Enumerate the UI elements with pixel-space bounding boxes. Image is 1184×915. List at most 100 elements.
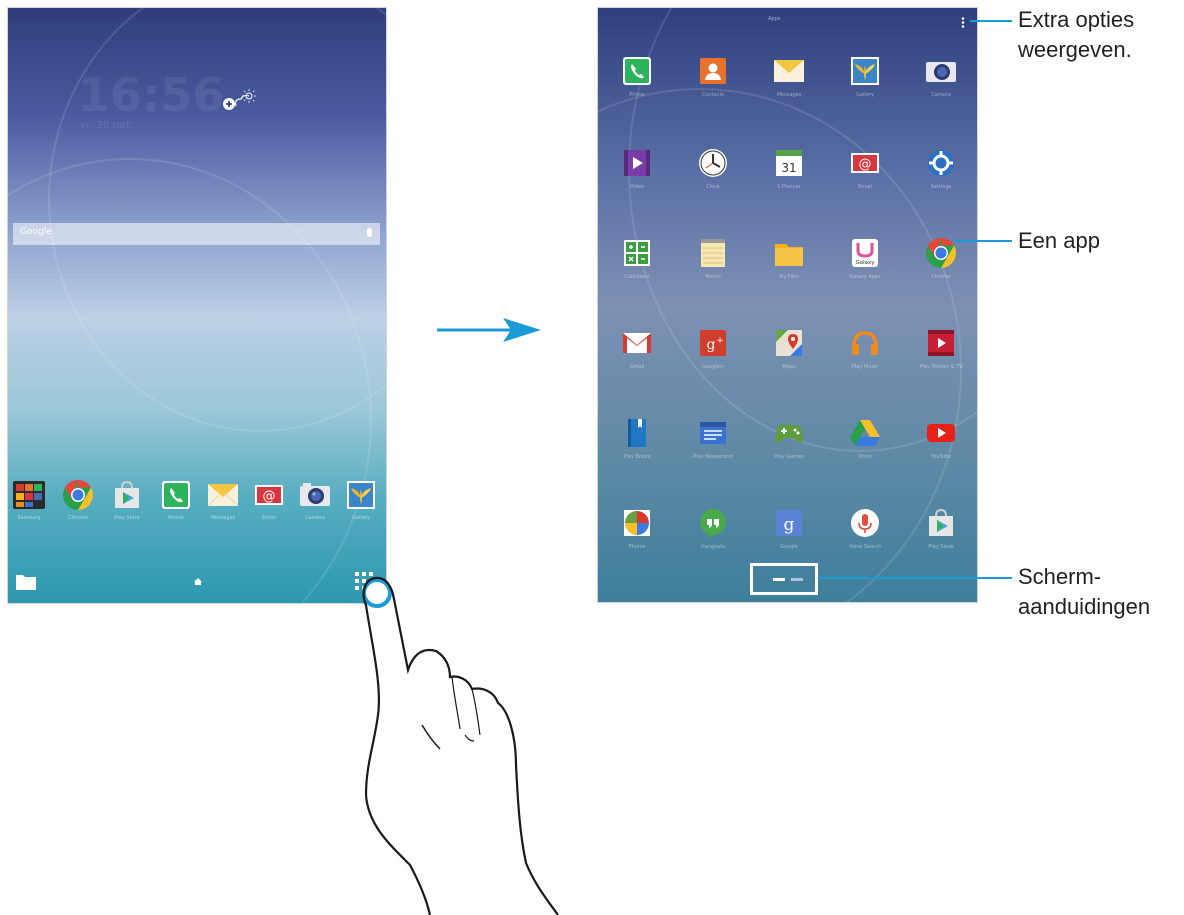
app-chrome[interactable]: Chrome [911,198,971,280]
weather-add-icon[interactable] [218,86,262,116]
app-label: Play Music [851,364,879,370]
folder-icon[interactable] [16,572,36,590]
app-memo[interactable]: Memo [683,198,743,280]
app-video[interactable]: Video [607,108,667,190]
callout-pager-line2: aanduidingen [1018,594,1151,619]
play-music-icon [848,326,882,360]
google-search-bar[interactable]: Google [13,223,380,245]
app-label: Clock [706,184,720,190]
messages-icon[interactable] [206,478,240,512]
app-my-files[interactable]: My Files [759,198,819,280]
transition-arrow-icon [437,315,541,345]
clock-icon [696,146,730,180]
app-label: Settings [930,184,952,190]
app-gmail[interactable]: Gmail [607,288,667,370]
app-play-music[interactable]: Play Music [835,288,895,370]
svg-text:Galaxy: Galaxy [855,260,875,266]
home-button-icon[interactable] [194,578,202,585]
app-label: Video [629,184,644,190]
app-voice-search[interactable]: Voice Search [835,468,895,550]
app-label: Hangouts [701,544,725,550]
chrome-icon[interactable] [61,478,95,512]
google-plus-icon: g + [696,326,730,360]
settings-icon [924,146,958,180]
my-files-icon [772,236,806,270]
hangouts-icon [696,506,730,540]
play-books-icon [620,416,654,450]
youtube-icon [924,416,958,450]
maps-icon [772,326,806,360]
app-play-newsstand[interactable]: Play Newsstand [683,378,743,460]
google-icon: g [772,506,806,540]
mic-icon[interactable] [367,228,372,237]
app-calculator[interactable]: Calculator [607,198,667,280]
app-play-games[interactable]: Play Games [759,378,819,460]
gallery-icon[interactable] [344,478,378,512]
app-hangouts[interactable]: Hangouts [683,468,743,550]
app-label: Play Books [623,454,651,460]
email-icon: @ [848,146,882,180]
dock-label: Messages [210,515,236,521]
app-drive[interactable]: Drive [835,378,895,460]
app-label: YouTube [930,454,952,460]
app-google[interactable]: g Google [759,468,819,550]
gallery-icon [848,54,882,88]
app-gallery[interactable]: Gallery [835,16,895,98]
app-maps[interactable]: Maps [759,288,819,370]
app-play-movies[interactable]: Play Movies & TV [911,288,971,370]
app-label: Voice Search [848,544,882,550]
dock-label: Chrome [68,515,88,521]
app-label: Maps [782,364,796,370]
page-dot-active [773,578,785,581]
app-phone[interactable]: Phone [607,16,667,98]
app-play-store[interactable]: Play Store [911,468,971,550]
dock-label: Phone [168,515,184,521]
app-label: Contacts [701,92,725,98]
contacts-icon [696,54,730,88]
app-label: Play Movies & TV [919,364,963,370]
camera-icon[interactable] [298,478,332,512]
gmail-icon [620,326,654,360]
svg-text:@: @ [263,489,276,504]
callout-menu: Extra opties weergeven. [1018,7,1135,62]
page-dot [791,578,803,581]
svg-text:+: + [716,336,724,346]
samsung-apps-folder-icon[interactable] [12,478,46,512]
chrome-icon [924,236,958,270]
svg-text:g: g [707,337,716,353]
app-label: Photos [628,544,646,550]
app-s-planner[interactable]: 31 S Planner [759,108,819,190]
app-photos[interactable]: Photos [607,468,667,550]
home-screen: 16:56 vr, 20 mrt Google Samsung Chrome P… [7,7,387,604]
app-google-plus[interactable]: g + Google+ [683,288,743,370]
app-play-books[interactable]: Play Books [607,378,667,460]
play-games-icon [772,416,806,450]
app-youtube[interactable]: YouTube [911,378,971,460]
app-camera[interactable]: Camera [911,16,971,98]
phone-icon[interactable] [159,478,193,512]
galaxy-apps-icon: Galaxy [848,236,882,270]
photos-icon [620,506,654,540]
app-settings[interactable]: Settings [911,108,971,190]
app-clock[interactable]: Clock [683,108,743,190]
app-contacts[interactable]: Contacts [683,16,743,98]
app-messages[interactable]: Messages [759,16,819,98]
dock-label: Email [262,515,276,521]
app-label: Drive [858,454,872,460]
app-label: Play Newsstand [693,454,733,460]
camera-icon [924,54,958,88]
calculator-icon [620,236,654,270]
app-label: S Planner [777,184,801,190]
app-email[interactable]: @ Email [835,108,895,190]
clock-widget-time: 16:56 [78,68,225,122]
app-label: Play Games [774,454,804,460]
messages-icon [772,54,806,88]
app-galaxy-apps[interactable]: Galaxy Galaxy Apps [835,198,895,280]
email-icon[interactable]: @ [252,478,286,512]
app-label: Galaxy Apps [849,274,881,280]
play-store-icon[interactable] [110,478,144,512]
dock-label: Samsung [17,515,41,521]
svg-text:31: 31 [781,161,796,175]
app-dock: Samsung Chrome Play Store Phone Messages… [8,478,386,528]
page-indicator[interactable] [750,563,818,595]
